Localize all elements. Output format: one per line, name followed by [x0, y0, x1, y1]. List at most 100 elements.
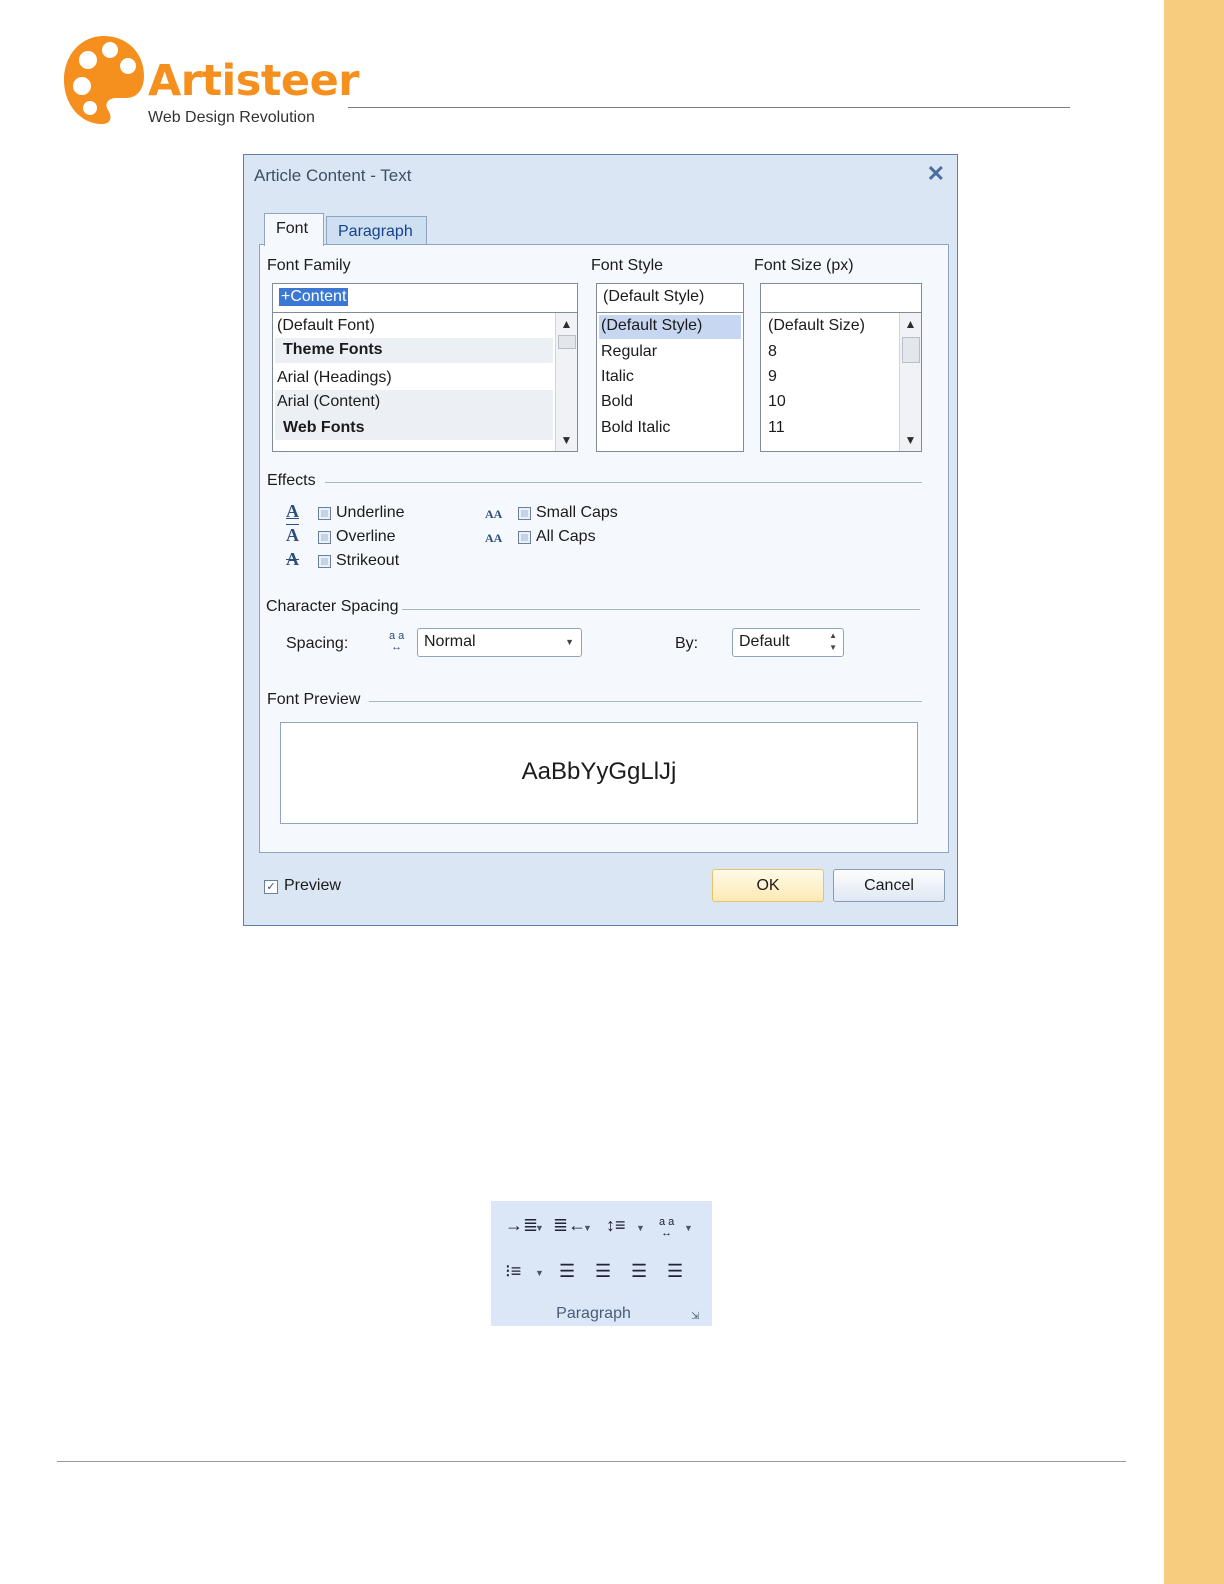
spinner-up-icon[interactable]: ▲ [829, 631, 837, 640]
align-left-icon[interactable]: ☰ [559, 1261, 575, 1282]
font-style-label: Font Style [591, 257, 664, 274]
cancel-button[interactable]: Cancel [833, 869, 945, 902]
strikeout-icon: A [286, 549, 299, 569]
header-rule [348, 107, 1070, 108]
spacing-label: Spacing: [286, 635, 349, 652]
chevron-down-icon[interactable]: ▼ [565, 637, 574, 647]
chevron-down-icon[interactable]: ▼ [636, 1223, 645, 1233]
underline-checkbox[interactable] [318, 507, 331, 520]
font-preview-box: AaBbYyGgLlJj [280, 722, 918, 824]
ok-button[interactable]: OK [712, 869, 824, 902]
list-item[interactable]: 8 [768, 343, 777, 361]
dialog-title: Article Content - Text [254, 166, 412, 185]
chevron-down-icon[interactable]: ▼ [583, 1223, 592, 1233]
font-family-value: +Content [279, 288, 349, 306]
font-family-label: Font Family [267, 257, 351, 274]
character-spacing-divider [402, 609, 920, 610]
font-style-value: (Default Style) [603, 288, 705, 305]
ribbon-group-label: Paragraph [556, 1305, 631, 1322]
line-spacing-icon[interactable]: ↕≡ [606, 1215, 626, 1236]
font-size-input[interactable] [760, 283, 922, 313]
artisteer-logo: Artisteer Web Design Revolution [62, 32, 359, 132]
list-item[interactable]: 10 [768, 393, 786, 411]
list-item[interactable]: Regular [601, 343, 657, 361]
font-preview-divider [369, 701, 922, 702]
spacing-select[interactable]: Normal ▼ [417, 628, 582, 657]
align-right-icon[interactable]: ☰ [631, 1261, 647, 1282]
font-preview-sample: AaBbYyGgLlJj [521, 758, 677, 785]
by-spinner[interactable]: Default ▲ ▼ [732, 628, 844, 657]
scroll-down-icon[interactable]: ▼ [559, 431, 574, 449]
list-item[interactable]: 9 [768, 368, 777, 386]
effects-label: Effects [267, 472, 316, 489]
decrease-indent-icon[interactable]: ≣← [553, 1215, 586, 1236]
font-preview-label: Font Preview [267, 691, 361, 708]
justify-icon[interactable]: ☰ [667, 1261, 683, 1282]
small-caps-label[interactable]: Small Caps [536, 504, 618, 522]
by-label: By: [675, 635, 699, 652]
scroll-down-icon[interactable]: ▼ [903, 431, 918, 449]
list-item[interactable]: Bold [601, 393, 633, 411]
align-center-icon[interactable]: ☰ [595, 1261, 611, 1282]
scroll-thumb[interactable] [558, 335, 576, 349]
by-value: Default [739, 633, 790, 650]
overline-icon: A [286, 525, 299, 545]
font-size-label: Font Size (px) [754, 257, 854, 274]
character-spacing-icon: a a ↔ [389, 630, 405, 653]
scroll-up-icon[interactable]: ▲ [903, 315, 918, 333]
list-item[interactable]: Italic [601, 368, 634, 386]
chevron-down-icon[interactable]: ▼ [535, 1268, 544, 1278]
character-spacing-label: Character Spacing [266, 598, 399, 615]
palette-icon [64, 36, 144, 124]
font-family-input[interactable]: +Content [272, 283, 578, 313]
close-icon[interactable]: ✕ [927, 161, 945, 187]
brand-tagline: Web Design Revolution [148, 109, 315, 126]
footer-rule [57, 1461, 1126, 1462]
tab-font[interactable]: Font [264, 213, 324, 246]
list-item[interactable]: (Default Size) [768, 317, 865, 335]
scrollbar[interactable]: ▲ ▼ [899, 313, 921, 451]
overline-checkbox[interactable] [318, 531, 331, 544]
tab-paragraph[interactable]: Paragraph [326, 216, 427, 247]
spinner-down-icon[interactable]: ▼ [829, 643, 837, 652]
underline-label[interactable]: Underline [336, 504, 404, 522]
article-content-text-dialog: Article Content - Text ✕ Font Paragraph … [243, 154, 958, 926]
preview-checkbox[interactable]: ✓ [264, 880, 278, 894]
scrollbar[interactable]: ▲ ▼ [555, 313, 577, 451]
brand-name: Artisteer [148, 56, 359, 106]
font-family-list[interactable]: (Default Font) Theme Fonts Arial (Headin… [272, 312, 578, 452]
strikeout-label[interactable]: Strikeout [336, 552, 399, 570]
font-style-input[interactable]: (Default Style) [596, 283, 744, 313]
preview-label[interactable]: Preview [284, 877, 341, 895]
list-item[interactable]: 11 [768, 419, 785, 437]
all-caps-label[interactable]: All Caps [536, 528, 596, 546]
list-item[interactable]: Bold Italic [601, 419, 670, 437]
bullets-icon[interactable]: ⁝≡ [505, 1261, 521, 1282]
strikeout-checkbox[interactable] [318, 555, 331, 568]
scroll-thumb[interactable] [902, 337, 920, 363]
effects-divider [325, 482, 922, 483]
list-item-selected[interactable]: (Default Style) [601, 317, 702, 335]
font-size-list[interactable]: (Default Size) 8 9 10 11 ▲ ▼ [760, 312, 922, 452]
chevron-down-icon[interactable]: ▼ [535, 1223, 544, 1233]
chevron-down-icon[interactable]: ▼ [684, 1223, 693, 1233]
underline-icon: A [286, 501, 299, 521]
small-caps-icon: AA [485, 507, 503, 521]
ribbon-paragraph-group: →≣ ▼ ≣← ▼ ↕≡ ▼ a a ↔ ▼ ⁝≡ ▼ ☰ ☰ ☰ ☰ Parag… [491, 1201, 712, 1326]
dialog-titlebar: Article Content - Text ✕ [244, 155, 957, 195]
increase-indent-icon[interactable]: →≣ [505, 1215, 538, 1236]
small-caps-checkbox[interactable] [518, 507, 531, 520]
list-group-header: Web Fonts [283, 419, 365, 436]
list-item[interactable]: (Default Font) [277, 317, 375, 335]
list-group-header: Theme Fonts [283, 341, 383, 358]
scroll-up-icon[interactable]: ▲ [559, 315, 574, 333]
list-item-selected[interactable]: Arial (Content) [277, 393, 380, 411]
spacing-value: Normal [424, 633, 476, 650]
font-style-list[interactable]: (Default Style) Regular Italic Bold Bold… [596, 312, 744, 452]
overline-label[interactable]: Overline [336, 528, 396, 546]
dialog-launcher-icon[interactable]: ⇲ [691, 1311, 699, 1322]
all-caps-checkbox[interactable] [518, 531, 531, 544]
character-spacing-icon[interactable]: a a ↔ [659, 1217, 674, 1239]
list-item[interactable]: Arial (Headings) [277, 369, 392, 387]
font-tab-panel: Font Family +Content (Default Font) Them… [259, 244, 949, 853]
